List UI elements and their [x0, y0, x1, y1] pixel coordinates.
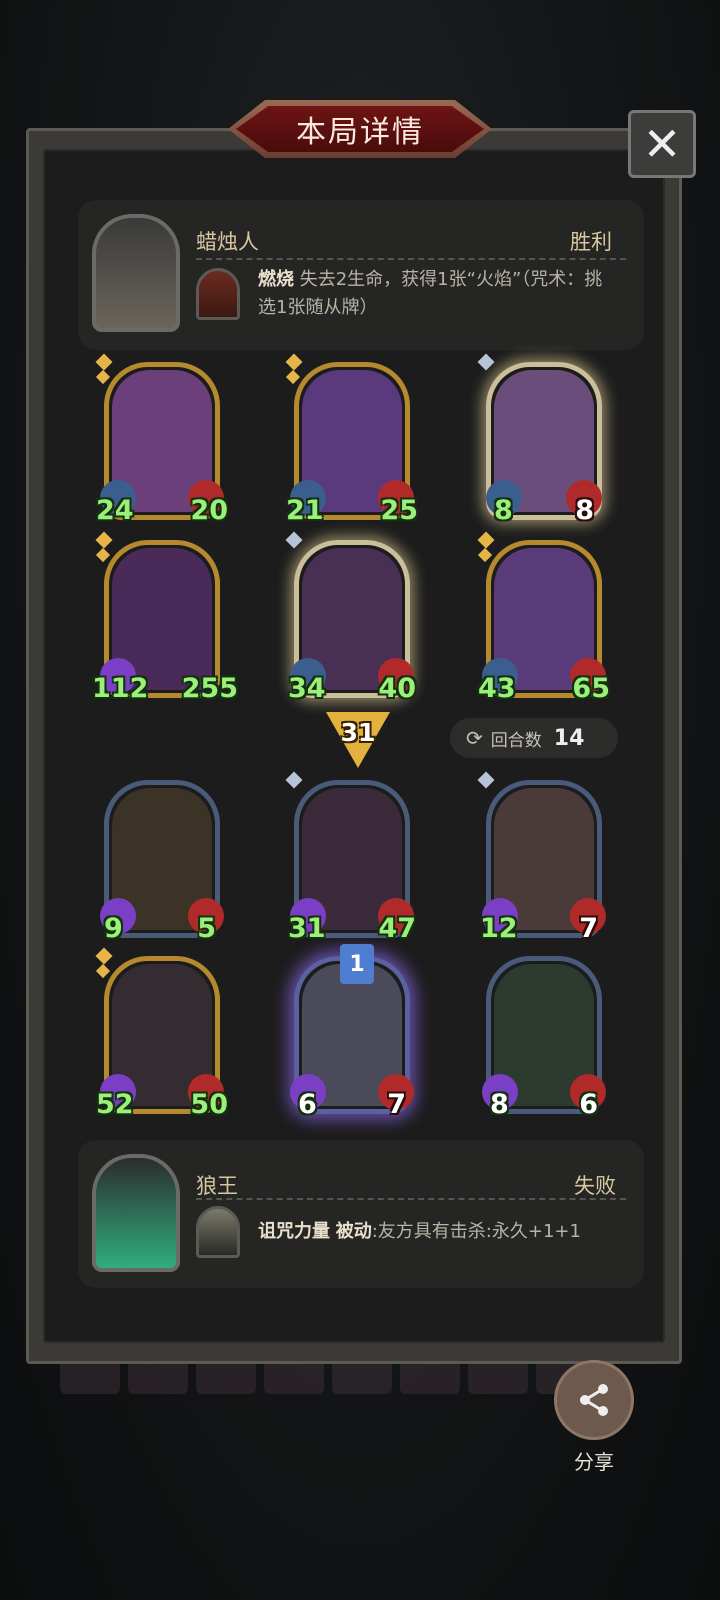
- health-value: 20: [190, 495, 228, 526]
- divider: [196, 258, 626, 260]
- winner-result: 胜利: [570, 230, 612, 254]
- attack-value: 31: [288, 913, 326, 944]
- attack-value: 112: [92, 673, 149, 704]
- attack-value: 52: [96, 1089, 134, 1120]
- close-button[interactable]: ✕: [628, 110, 696, 178]
- share-button[interactable]: [554, 1360, 634, 1440]
- health-value: 5: [197, 913, 216, 944]
- loser-skill-tag: 被动: [335, 1221, 372, 1242]
- loser-skill-name: 诅咒力量: [258, 1221, 330, 1242]
- winner-skill-desc: 失去2生命，获得1张“火焰”（咒术：挑选1张随从牌）: [258, 269, 603, 318]
- minion-card[interactable]: 8 8: [477, 353, 602, 526]
- minion-card[interactable]: 43 65: [477, 531, 610, 704]
- minion-card[interactable]: 21 25: [285, 353, 418, 526]
- winner-skill-text: 燃烧 失去2生命，获得1张“火焰”（咒术：挑选1张随从牌）: [258, 266, 608, 322]
- health-value: 50: [190, 1089, 228, 1120]
- health-value: 65: [572, 673, 610, 704]
- minion-card[interactable]: 12 7: [477, 771, 606, 944]
- health-value: 47: [378, 913, 416, 944]
- loser-hero-name: 狼王: [196, 1174, 238, 1198]
- attack-value: 9: [104, 913, 123, 944]
- round-label: 回合数: [490, 730, 542, 751]
- attack-value: 12: [480, 913, 518, 944]
- round-value: 14: [553, 725, 585, 751]
- health-value: 7: [579, 913, 598, 944]
- loser-skill-text: 诅咒力量 被动:友方具有击杀:永久+1+1: [258, 1218, 618, 1246]
- share-label: 分享: [574, 1450, 614, 1474]
- loser-result: 失败: [574, 1174, 616, 1198]
- refresh-icon: ⟳: [466, 726, 483, 750]
- attack-value: 8: [494, 495, 513, 526]
- attack-order-badge: 1: [340, 944, 374, 984]
- health-value: 40: [378, 673, 416, 704]
- health-value: 7: [387, 1089, 406, 1120]
- minion-card[interactable]: 112 255: [92, 531, 238, 704]
- attack-value: 34: [288, 673, 326, 704]
- attack-value: 21: [286, 495, 324, 526]
- health-value: 8: [575, 495, 594, 526]
- flame-skill-icon[interactable]: [196, 268, 240, 320]
- minion-card[interactable]: 31 47: [285, 771, 416, 944]
- minion-card[interactable]: 9 5: [100, 780, 224, 944]
- share-icon: [580, 1384, 608, 1416]
- winner-skill-name: 燃烧: [258, 269, 294, 290]
- dialog-title: 本局详情: [236, 106, 484, 152]
- health-value: 6: [579, 1089, 598, 1120]
- health-value: 25: [380, 495, 418, 526]
- divider: [196, 1198, 626, 1200]
- round-counter: ⟳ 回合数 14: [450, 718, 618, 758]
- damage-value: 31: [340, 718, 376, 747]
- attack-value: 43: [478, 673, 516, 704]
- minion-card[interactable]: 52 50: [95, 947, 228, 1120]
- minion-card[interactable]: 8 6: [482, 956, 606, 1120]
- loser-skill-desc: :友方具有击杀:永久+1+1: [371, 1221, 581, 1242]
- attack-value: 8: [490, 1089, 509, 1120]
- winner-hero-portrait[interactable]: [92, 214, 180, 332]
- attack-value: 6: [298, 1089, 317, 1120]
- winner-hero-name: 蜡烛人: [196, 230, 259, 254]
- health-value: 255: [181, 673, 238, 704]
- wolf-skill-icon[interactable]: [196, 1206, 240, 1258]
- attack-value: 24: [96, 495, 134, 526]
- minion-card[interactable]: 24 20: [95, 353, 228, 526]
- loser-hero-portrait[interactable]: [92, 1154, 180, 1272]
- minion-card[interactable]: 34 40: [285, 531, 416, 704]
